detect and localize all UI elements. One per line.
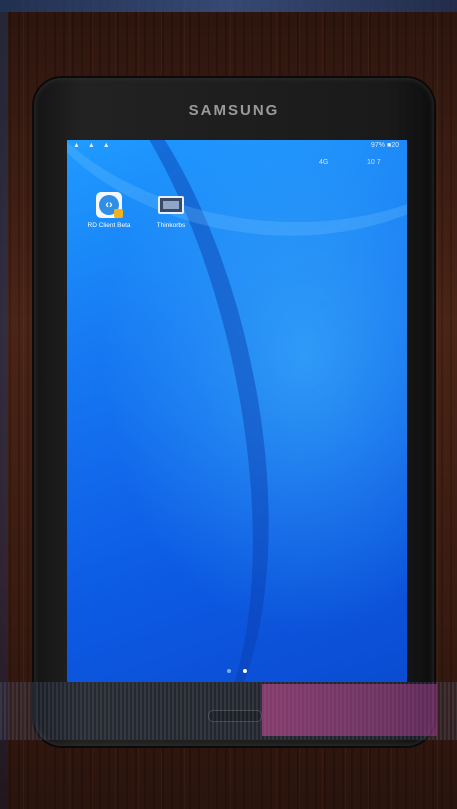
scan-glare-band xyxy=(0,682,457,740)
app-rd-client-beta[interactable]: ‹› RD Client Beta xyxy=(81,192,137,229)
brand-logo: SAMSUNG xyxy=(188,102,280,119)
page-dot-active[interactable] xyxy=(243,669,247,673)
page-indicator xyxy=(67,660,407,678)
network-text: 4G xyxy=(319,159,329,166)
status-line-2: 4G 10 7 xyxy=(67,159,407,169)
monitor-icon xyxy=(158,192,184,218)
app-label: RD Client Beta xyxy=(87,222,131,229)
app-label: Thinkorbs xyxy=(156,222,186,229)
status-bar: ▲ ▲ ▲ 97% ■20 xyxy=(67,142,407,154)
page-dot[interactable] xyxy=(227,669,231,673)
battery-text: 97% xyxy=(371,142,386,149)
remote-desktop-icon: ‹› xyxy=(96,192,123,218)
date-text: 10 7 xyxy=(367,159,381,166)
tablet-screen: ▲ ▲ ▲ 97% ■20 4G 10 7 ‹› RD Client Beta … xyxy=(67,140,407,682)
status-right: 97% ■20 xyxy=(371,142,399,149)
pink-reflection xyxy=(262,684,437,736)
clock-text: ■20 xyxy=(386,142,399,149)
tablet-device: SAMSUNG ▲ ▲ ▲ 97% ■20 4G 10 7 ‹› RD Clie… xyxy=(34,78,434,746)
notification-icons: ▲ ▲ ▲ xyxy=(73,142,113,149)
top-color-strip xyxy=(0,0,457,12)
app-thinkorbs[interactable]: Thinkorbs xyxy=(143,192,199,229)
